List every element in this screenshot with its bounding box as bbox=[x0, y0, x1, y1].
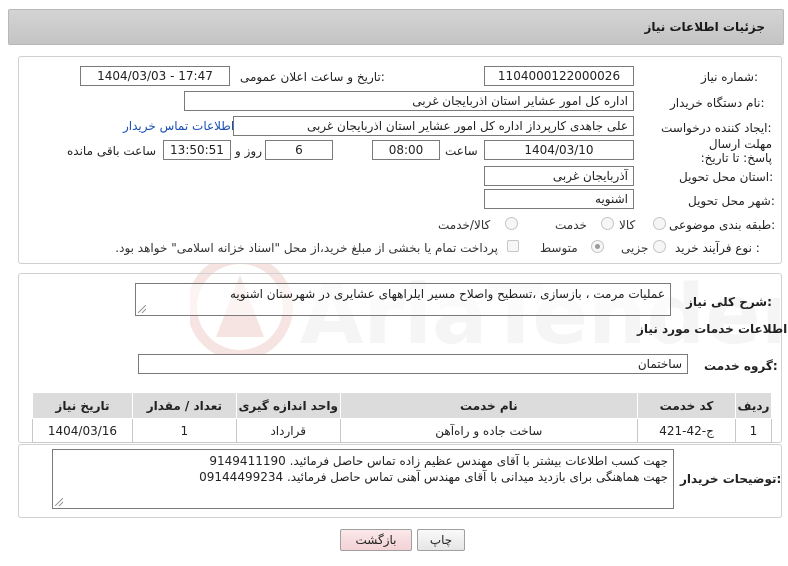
cell-need-date: 1404/03/16 bbox=[32, 418, 133, 443]
treasury-checkbox[interactable] bbox=[507, 240, 519, 252]
col-row-number: ردیف bbox=[734, 392, 773, 419]
need-number-field[interactable]: 1104000122000026 bbox=[484, 66, 634, 86]
process-type-label: نوع فرآیند خرید : bbox=[675, 241, 760, 255]
city-field[interactable]: اشنویه bbox=[484, 189, 634, 209]
print-button[interactable]: چاپ bbox=[417, 529, 465, 551]
resize-handle-icon[interactable] bbox=[138, 305, 146, 313]
treasury-payment-text: پرداخت تمام یا بخشی از مبلغ خرید،از محل … bbox=[115, 241, 498, 255]
city-label: شهر محل تحویل: bbox=[688, 194, 775, 208]
col-service-name: نام خدمت bbox=[339, 392, 639, 419]
col-need-date: تاریخ نیاز bbox=[32, 392, 133, 419]
category-goods-service-label: کالا/خدمت bbox=[438, 218, 491, 232]
remaining-time-label: ساعت باقی مانده bbox=[67, 144, 157, 158]
remaining-days-field[interactable]: 6 bbox=[265, 140, 333, 160]
deadline-time-label: ساعت bbox=[445, 144, 478, 158]
page-title: جزئیات اطلاعات نیاز bbox=[644, 20, 765, 34]
cell-unit: قرارداد bbox=[235, 418, 341, 443]
remaining-time-field[interactable]: 13:50:51 bbox=[163, 140, 231, 160]
deadline-label: مهلت ارسال پاسخ: تا تاریخ: bbox=[700, 137, 772, 165]
cell-service-name: ساخت جاده و راه‌آهن bbox=[339, 418, 639, 443]
announce-datetime-label: تاریخ و ساعت اعلان عمومی: bbox=[240, 70, 385, 84]
buyer-notes-textarea[interactable]: جهت کسب اطلاعات بیشتر با آقای مهندس عظیم… bbox=[52, 449, 674, 509]
process-minor-label: جزیی bbox=[621, 241, 649, 255]
cell-row-number: 1 bbox=[734, 418, 773, 443]
back-button[interactable]: بازگشت bbox=[340, 529, 412, 551]
service-group-label: گروه خدمت: bbox=[704, 359, 778, 373]
category-service-radio[interactable] bbox=[601, 217, 614, 230]
buyer-notes-line-2: جهت هماهنگی برای بازدید میدانی با آقای م… bbox=[199, 470, 668, 484]
creator-label: ایجاد کننده درخواست: bbox=[661, 121, 772, 135]
buyer-contact-link[interactable]: اطلاعات تماس خریدار bbox=[123, 119, 234, 133]
table-header-row: تاریخ نیاز تعداد / مقدار واحد اندازه گیر… bbox=[32, 392, 773, 419]
creator-field[interactable]: علی جاهدی کارپرداز اداره کل امور عشایر ا… bbox=[233, 116, 634, 136]
summary-label: شرح کلی نیاز: bbox=[686, 295, 772, 309]
category-goods-radio[interactable] bbox=[653, 217, 666, 230]
category-goods-service-radio[interactable] bbox=[505, 217, 518, 230]
announce-datetime-field[interactable]: 1404/03/03 - 17:47 bbox=[80, 66, 230, 86]
deadline-date-field[interactable]: 1404/03/10 bbox=[484, 140, 634, 160]
service-group-field[interactable]: ساختمان bbox=[138, 354, 688, 374]
province-label: استان محل تحویل: bbox=[679, 170, 774, 184]
deadline-time-field[interactable]: 08:00 bbox=[372, 140, 440, 160]
page-header: جزئیات اطلاعات نیاز bbox=[8, 9, 784, 45]
process-medium-label: متوسط bbox=[540, 241, 578, 255]
buyer-org-label: نام دستگاه خریدار: bbox=[670, 96, 765, 110]
summary-textarea[interactable]: عملیات مرمت ، بازسازی ،تسطیح واصلاح مسیر… bbox=[135, 283, 671, 316]
services-title: اطلاعات خدمات مورد نیاز bbox=[637, 322, 788, 336]
col-unit: واحد اندازه گیری bbox=[235, 392, 341, 419]
need-info-panel bbox=[18, 56, 782, 264]
summary-text: عملیات مرمت ، بازسازی ،تسطیح واصلاح مسیر… bbox=[229, 287, 665, 301]
process-medium-radio[interactable] bbox=[591, 240, 604, 253]
services-table: تاریخ نیاز تعداد / مقدار واحد اندازه گیر… bbox=[32, 392, 773, 443]
need-number-label: شماره نیاز: bbox=[701, 70, 759, 84]
cell-service-code: ج-42-421 bbox=[637, 418, 736, 443]
cell-quantity: 1 bbox=[131, 418, 237, 443]
buyer-org-field[interactable]: اداره کل امور عشایر استان اذربایجان غربی bbox=[184, 91, 634, 111]
category-service-label: خدمت bbox=[555, 218, 587, 232]
remaining-days-label: روز و bbox=[235, 144, 262, 158]
buyer-notes-line-1: جهت کسب اطلاعات بیشتر با آقای مهندس عظیم… bbox=[209, 454, 668, 468]
province-field[interactable]: آذربایجان غربی bbox=[484, 166, 634, 186]
resize-handle-icon[interactable] bbox=[55, 498, 63, 506]
category-goods-label: کالا bbox=[619, 218, 636, 232]
category-label: طبقه بندی موضوعی: bbox=[669, 218, 776, 232]
process-minor-radio[interactable] bbox=[653, 240, 666, 253]
col-quantity: تعداد / مقدار bbox=[131, 392, 237, 419]
buyer-notes-label: توضیحات خریدار: bbox=[680, 472, 782, 486]
table-row[interactable]: 1404/03/16 1 قرارداد ساخت جاده و راه‌آهن… bbox=[32, 418, 773, 443]
col-service-code: کد خدمت bbox=[637, 392, 736, 419]
